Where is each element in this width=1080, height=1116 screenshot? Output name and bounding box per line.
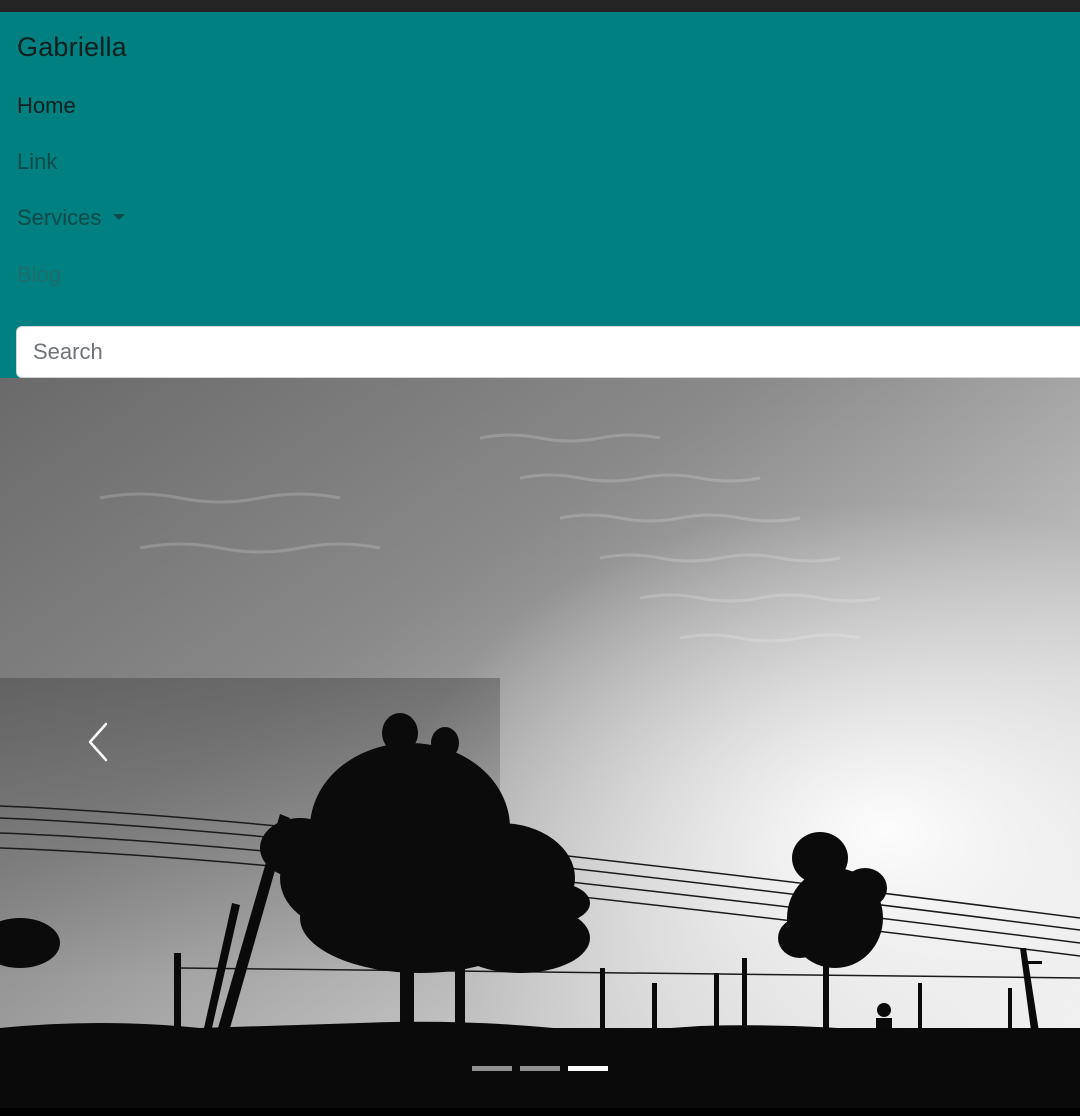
status-bar <box>0 0 1080 12</box>
bottom-edge <box>0 1108 1080 1116</box>
nav-item-services-label: Services <box>17 205 102 230</box>
carousel-prev-button[interactable] <box>76 718 120 768</box>
nav-item-link[interactable]: Link <box>17 148 57 176</box>
brand-title[interactable]: Gabriella <box>17 32 127 63</box>
nav-item-services[interactable]: Services <box>17 204 126 232</box>
nav-item-blog[interactable]: Blog <box>17 261 61 289</box>
chevron-left-icon <box>88 722 108 762</box>
nav-item-home[interactable]: Home <box>17 92 76 120</box>
caret-down-icon <box>113 214 126 221</box>
hero-carousel <box>0 378 1080 1108</box>
search-input[interactable] <box>16 326 1080 378</box>
carousel-slide-image <box>0 378 1080 1108</box>
carousel-indicators <box>0 1066 1080 1078</box>
carousel-indicator-1[interactable] <box>472 1066 512 1071</box>
carousel-indicator-3[interactable] <box>568 1066 608 1071</box>
carousel-indicator-2[interactable] <box>520 1066 560 1071</box>
navbar: Gabriella Home Link Services Blog <box>0 12 1080 378</box>
